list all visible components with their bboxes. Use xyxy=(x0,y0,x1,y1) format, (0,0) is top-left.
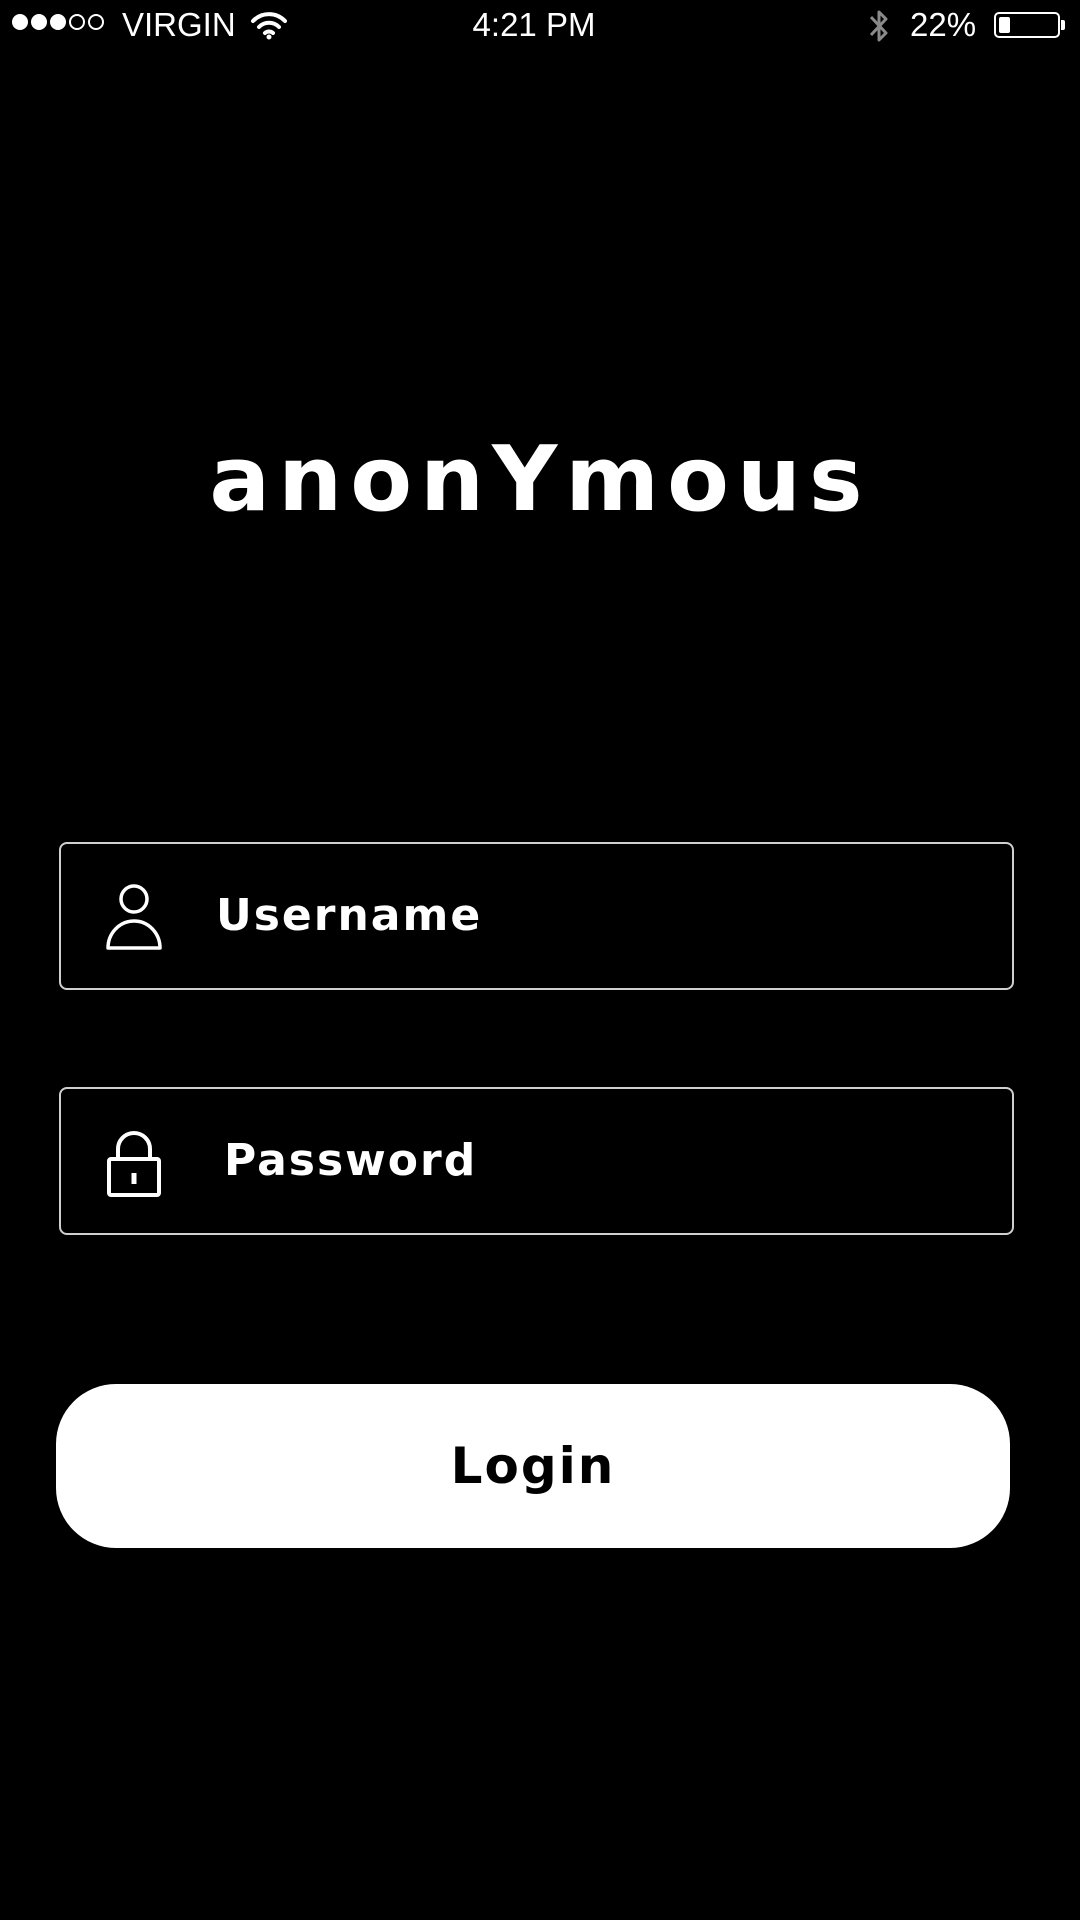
battery-level xyxy=(999,17,1010,33)
login-button[interactable]: Login xyxy=(56,1384,1010,1548)
lock-icon xyxy=(105,1127,163,1197)
password-placeholder[interactable]: Password xyxy=(224,1089,477,1233)
status-bar: VIRGIN 4:21 PM 22% xyxy=(0,0,1080,50)
battery-icon xyxy=(994,12,1060,38)
username-placeholder[interactable]: Username xyxy=(216,844,482,988)
battery-percent: 22% xyxy=(910,6,977,43)
bluetooth-icon xyxy=(866,6,892,54)
battery-nub xyxy=(1061,20,1065,30)
status-time: 4:21 PM xyxy=(472,6,596,43)
app-logo: anonYmous xyxy=(209,427,871,532)
username-field[interactable]: Username xyxy=(59,842,1014,990)
user-icon xyxy=(105,882,163,952)
password-field[interactable]: Password xyxy=(59,1087,1014,1235)
